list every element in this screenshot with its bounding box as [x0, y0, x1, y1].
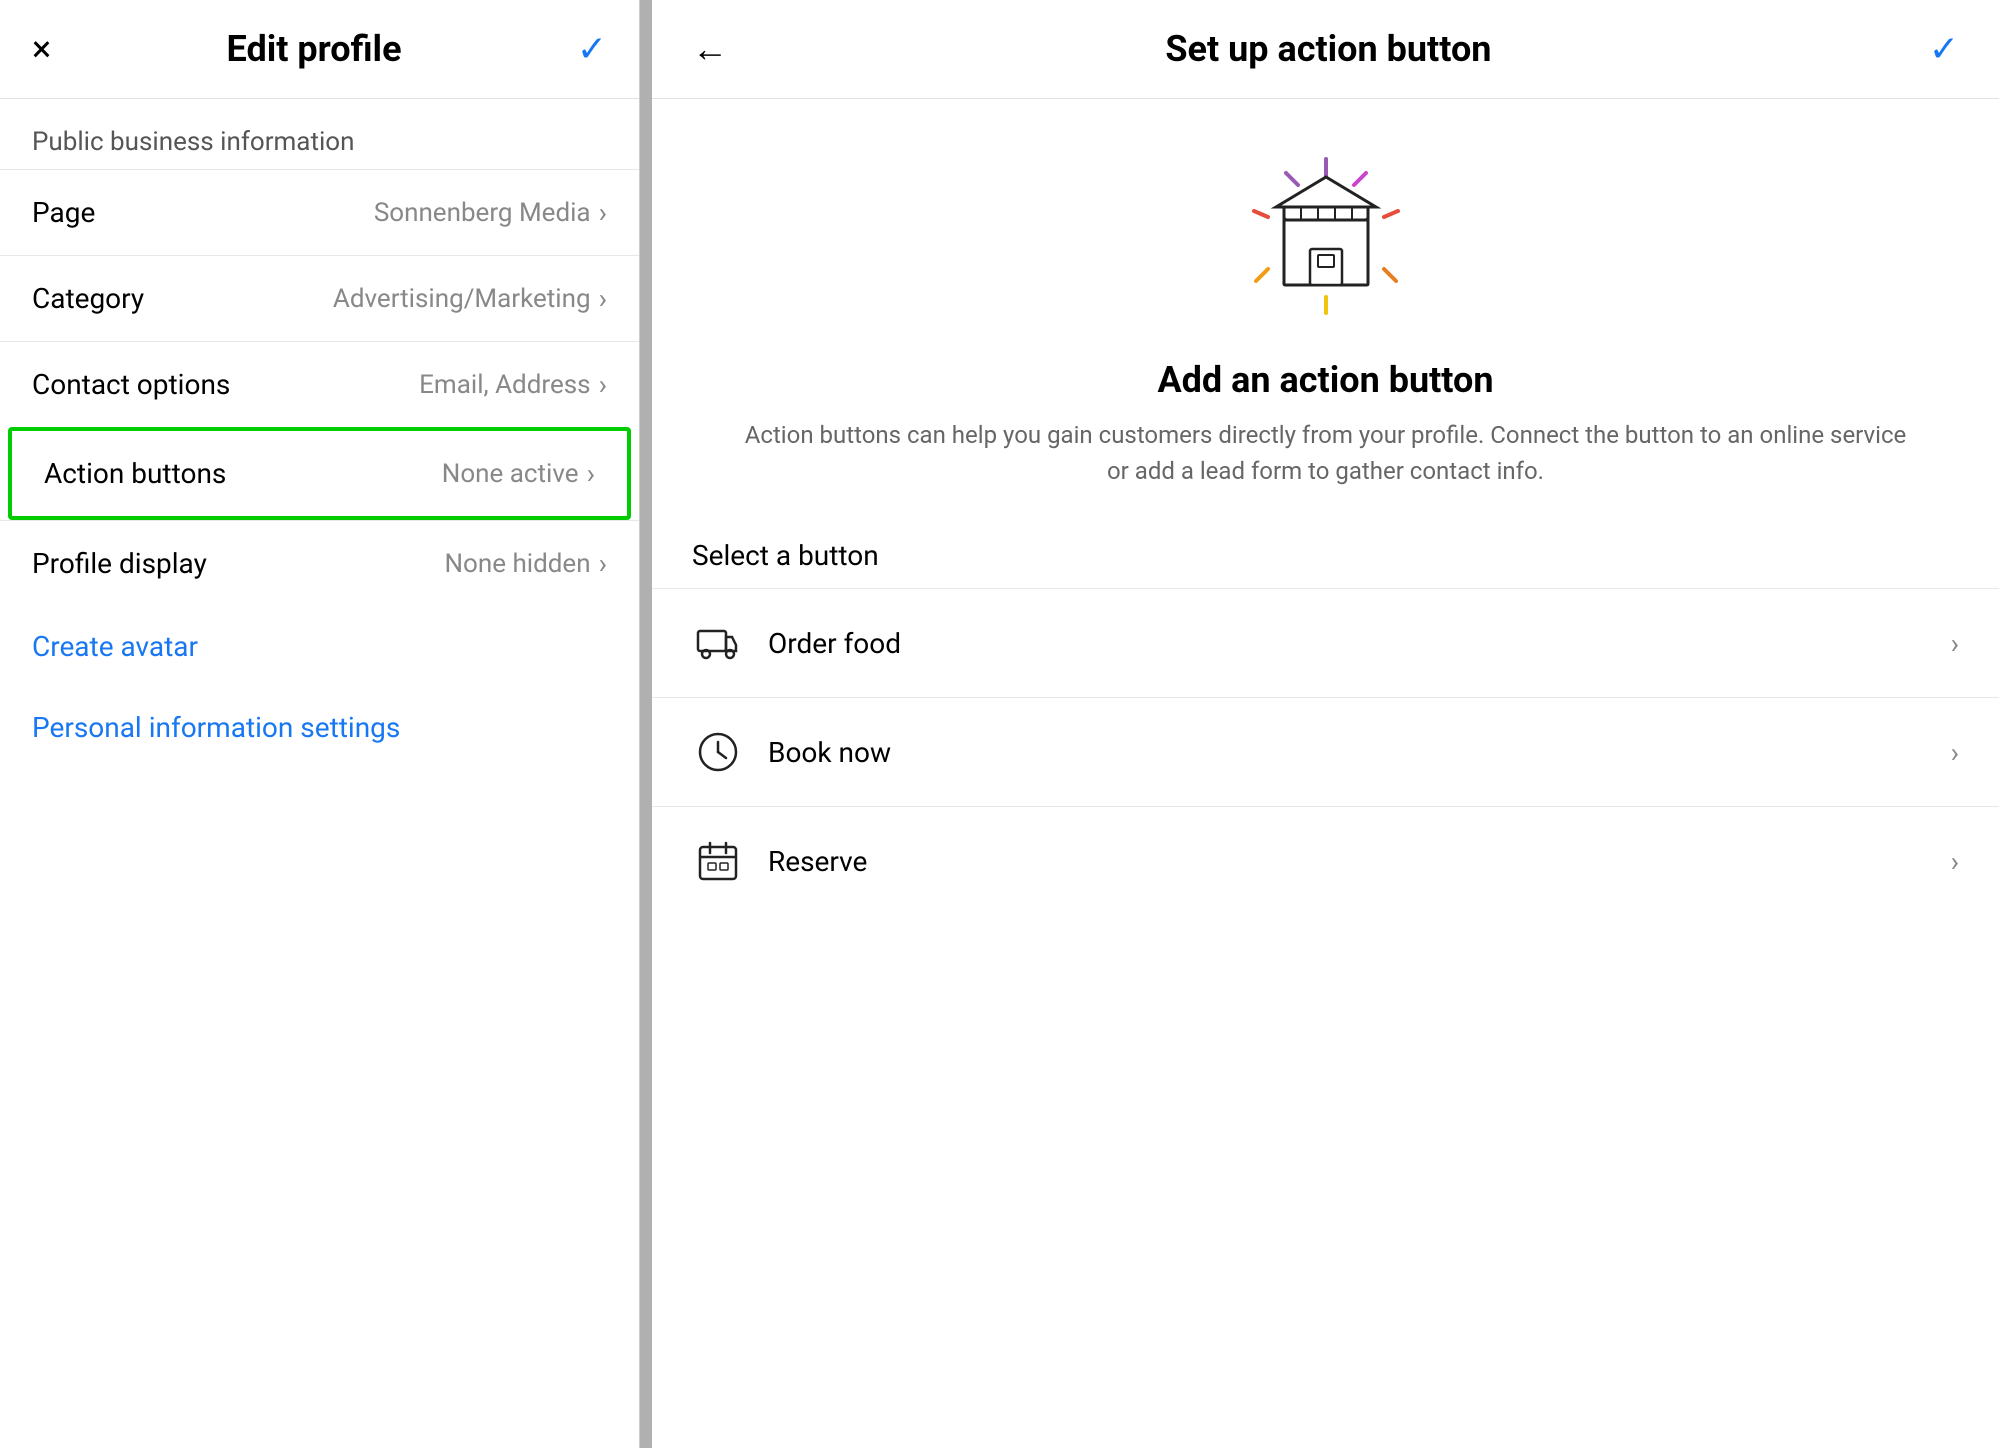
panel-divider	[640, 0, 652, 1448]
back-icon[interactable]: ←	[692, 28, 728, 70]
menu-item-value: None active	[442, 459, 579, 489]
menu-item-category[interactable]: Category Advertising/Marketing ›	[0, 255, 639, 341]
select-button-label: Select a button	[652, 529, 1999, 588]
add-action-desc: Action buttons can help you gain custome…	[652, 417, 1999, 489]
menu-item-contact-options[interactable]: Contact options Email, Address ›	[0, 341, 639, 427]
action-item-order-food[interactable]: Order food ›	[652, 588, 1999, 697]
link-item-0[interactable]: Create avatar	[0, 606, 639, 687]
chevron-right-icon: ›	[599, 368, 607, 401]
chevron-right-icon: ›	[1951, 627, 1959, 660]
action-item-book-now[interactable]: Book now ›	[652, 697, 1999, 806]
menu-item-label: Profile display	[32, 547, 207, 580]
menu-item-value: Advertising/Marketing	[333, 284, 591, 314]
store-illustration	[652, 99, 1999, 359]
menu-item-action-buttons[interactable]: Action buttons None active ›	[8, 427, 631, 520]
chevron-right-icon: ›	[599, 547, 607, 580]
clock-icon	[692, 726, 744, 778]
link-item-1[interactable]: Personal information settings	[0, 687, 639, 768]
action-item-label: Book now	[768, 736, 891, 769]
right-check-icon[interactable]: ✓	[1929, 28, 1959, 70]
left-menu: Page Sonnenberg Media › Category Adverti…	[0, 169, 639, 606]
chevron-right-icon: ›	[587, 457, 595, 490]
menu-item-value: None hidden	[444, 549, 590, 579]
menu-item-value: Email, Address	[419, 370, 590, 400]
left-header-title: Edit profile	[227, 28, 402, 70]
right-actions: Order food › Book now › Reserve ›	[652, 588, 1999, 915]
add-action-title: Add an action button	[652, 359, 1999, 401]
chevron-right-icon: ›	[1951, 845, 1959, 878]
right-header-title: Set up action button	[1165, 28, 1491, 70]
left-links: Create avatarPersonal information settin…	[0, 606, 639, 768]
menu-item-label: Page	[32, 196, 95, 229]
left-check-icon[interactable]: ✓	[577, 28, 607, 70]
action-item-label: Reserve	[768, 845, 867, 878]
action-item-label: Order food	[768, 627, 901, 660]
menu-item-label: Contact options	[32, 368, 230, 401]
menu-item-label: Category	[32, 282, 144, 315]
chevron-right-icon: ›	[599, 282, 607, 315]
store-icon	[1236, 149, 1416, 329]
chevron-right-icon: ›	[599, 196, 607, 229]
action-item-reserve[interactable]: Reserve ›	[652, 806, 1999, 915]
left-panel: × Edit profile ✓ Public business informa…	[0, 0, 640, 1448]
left-header: × Edit profile ✓	[0, 0, 639, 99]
calendar-icon	[692, 835, 744, 887]
right-panel: ← Set up action button ✓	[652, 0, 1999, 1448]
menu-item-value: Sonnenberg Media	[374, 198, 591, 228]
section-label: Public business information	[0, 99, 639, 169]
truck-icon	[692, 617, 744, 669]
menu-item-label: Action buttons	[44, 457, 226, 490]
menu-item-page[interactable]: Page Sonnenberg Media ›	[0, 169, 639, 255]
menu-item-profile-display[interactable]: Profile display None hidden ›	[0, 520, 639, 606]
close-icon[interactable]: ×	[32, 31, 51, 67]
right-header: ← Set up action button ✓	[652, 0, 1999, 99]
chevron-right-icon: ›	[1951, 736, 1959, 769]
